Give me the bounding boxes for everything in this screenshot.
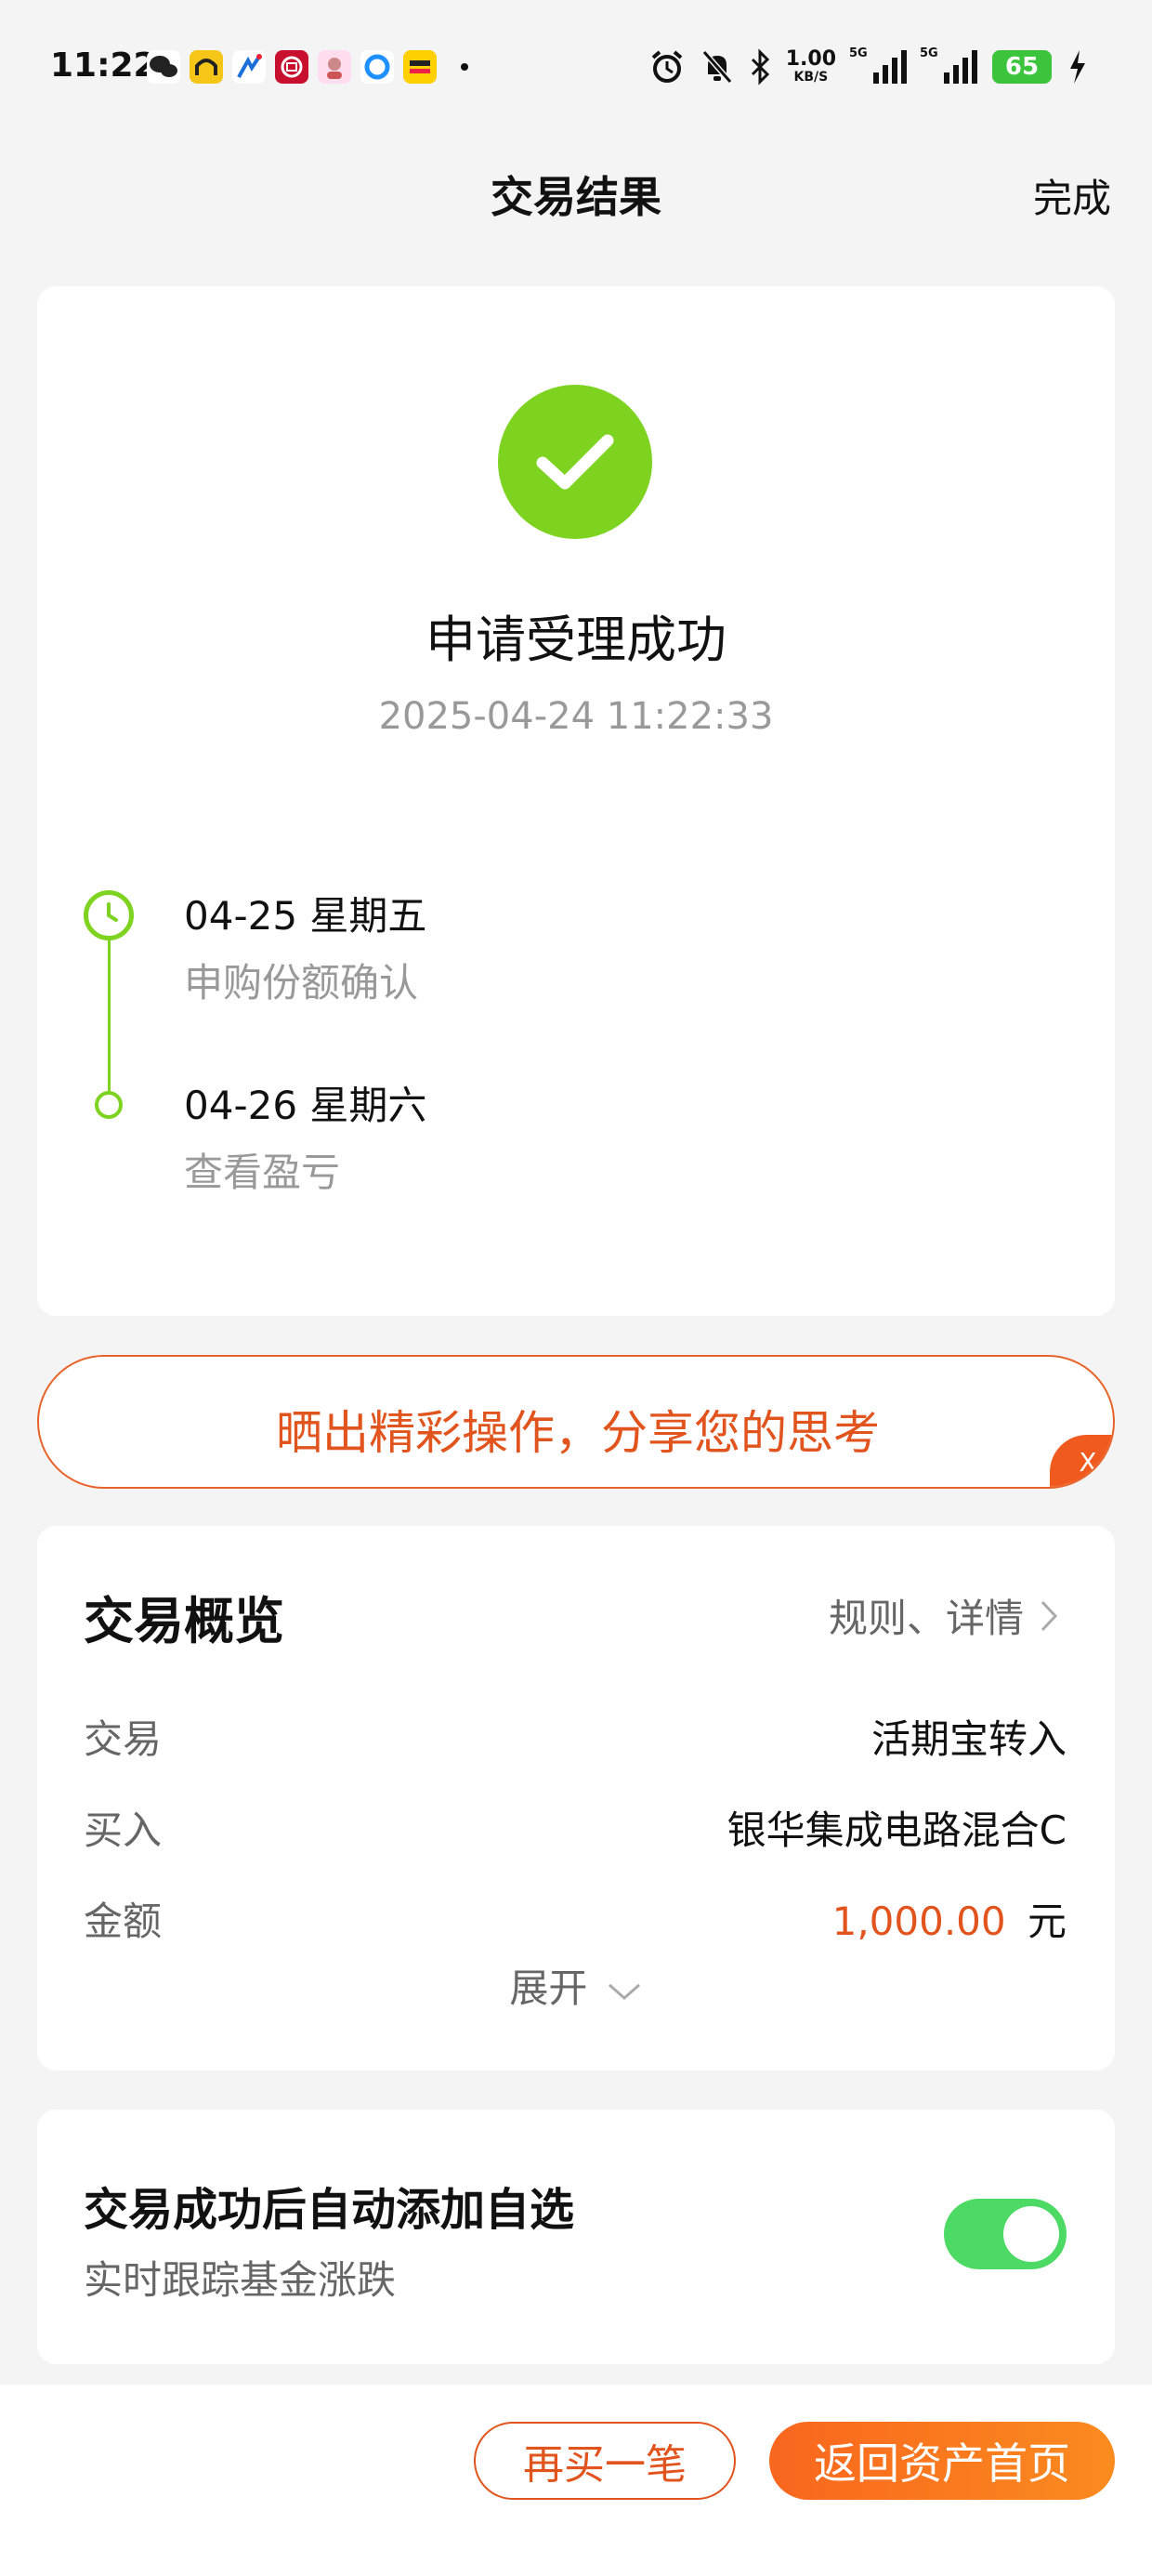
signal-bars-icon [873,50,907,84]
signal-sim2: 5G [920,46,977,84]
transit-app-icon [232,50,266,84]
buy-again-button[interactable]: 再买一笔 [474,2422,736,2500]
bank-app-icon [275,50,308,84]
status-time: 11:22 [50,46,157,85]
share-banner[interactable]: 晒出精彩操作，分享您的思考 X [37,1355,1115,1489]
amount-unit: 元 [1027,1899,1067,1944]
notification-icons [147,50,468,84]
chevron-right-icon [1041,1600,1058,1631]
auto-add-title: 交易成功后自动添加自选 [84,2184,575,2236]
timeline-step-1-date: 04-25 星期五 [184,893,427,939]
success-check-icon [498,385,652,539]
result-card: 申请受理成功 2025-04-24 11:22:33 04-25 星期五 申购份… [37,286,1115,1316]
expand-button[interactable]: 展开 [37,1957,1115,2014]
timeline-step-1-desc: 申购份额确认 [184,960,419,1005]
timeline-connector [108,913,111,1108]
meituan-app-icon [403,50,437,84]
amount-value: 1,000.00 元 [832,1890,1067,1947]
bluetooth-icon [751,48,769,85]
clock-icon [84,890,134,940]
signal-sim1: 5G [849,46,907,84]
amount-label: 金额 [84,1899,163,1944]
alarm-icon [651,50,683,83]
share-banner-text: 晒出精彩操作，分享您的思考 [276,1406,880,1460]
done-button[interactable]: 完成 [1033,167,1111,224]
auto-add-watchlist-card: 交易成功后自动添加自选 实时跟踪基金涨跌 [37,2109,1115,2364]
fund-name-value: 银华集成电路混合C [727,1807,1067,1853]
timeline-step-2-date: 04-26 星期六 [184,1083,427,1128]
overview-title: 交易概览 [84,1592,284,1650]
chevron-down-icon [608,1983,640,2000]
taxi-app-icon [190,50,223,84]
browser-app-icon [360,50,394,84]
trade-type-value: 活期宝转入 [871,1716,1067,1762]
battery-indicator: 65 [992,50,1052,84]
back-to-assets-button[interactable]: 返回资产首页 [769,2422,1115,2500]
amount-number: 1,000.00 [831,1899,1006,1944]
rules-details-link[interactable]: 规则、详情 [829,1587,1059,1644]
timeline-dot [95,1091,123,1119]
toggle-knob [1003,2206,1059,2262]
status-indicators: 1.00 KB/S 5G 5G 65 [648,46,1087,85]
charging-icon [1070,50,1085,84]
avatar-app-icon [318,50,351,84]
mute-bell-icon [701,50,732,84]
signal-bars-icon [944,50,977,84]
trade-type-label: 交易 [84,1716,163,1762]
page-title: 交易结果 [491,172,661,222]
trade-overview-card: 交易概览 规则、详情 交易 活期宝转入 买入 银华集成电路混合C 金额 1,00… [37,1526,1115,2070]
auto-add-subtitle: 实时跟踪基金涨跌 [84,2257,397,2303]
wechat-icon [147,50,180,84]
rules-details-label: 规则、详情 [828,1596,1024,1641]
auto-add-toggle[interactable] [944,2199,1067,2269]
status-bar: 11:22 1.00 KB/S 5G 5G 65 [0,0,1152,139]
bottom-action-bar: 再买一笔 返回资产首页 [0,2385,1152,2576]
buy-label: 买入 [84,1807,163,1853]
more-notifications-dot [461,63,468,71]
result-title: 申请受理成功 [425,611,727,669]
expand-label: 展开 [509,1965,588,2011]
result-timestamp: 2025-04-24 11:22:33 [378,695,774,738]
timeline-step-2-desc: 查看盈亏 [184,1150,341,1195]
network-speed: 1.00 KB/S [785,47,836,85]
